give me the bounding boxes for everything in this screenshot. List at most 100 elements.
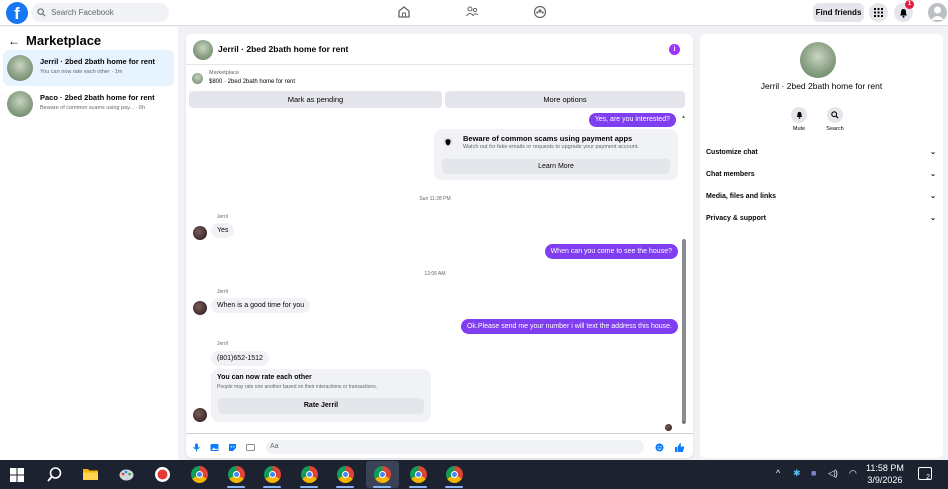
search-input[interactable]: Search Facebook [31, 3, 169, 22]
menu-button[interactable] [869, 3, 888, 22]
facebook-logo-icon[interactable]: f [6, 2, 28, 24]
seen-avatar [665, 424, 672, 431]
search-placeholder: Search Facebook [51, 8, 114, 17]
home-icon[interactable] [397, 5, 411, 19]
sender-avatar[interactable] [193, 408, 207, 422]
chevron-down-icon: ⌄ [930, 215, 936, 222]
scroll-up-icon[interactable]: ▲ [681, 114, 686, 120]
listing-photo[interactable] [800, 42, 836, 78]
record-icon[interactable] [154, 466, 171, 483]
customize-chat-section[interactable]: Customize chat ⌄ [706, 146, 936, 160]
top-navigation-bar: f Search Facebook Find friends 1 [0, 0, 948, 26]
chrome-profile-icon[interactable] [410, 466, 427, 483]
section-label: Media, files and links [706, 193, 777, 200]
search-icon [37, 8, 46, 17]
user-avatar-icon [931, 6, 944, 20]
chrome-profile-icon[interactable] [446, 466, 463, 483]
section-label: Chat members [706, 171, 755, 178]
chat-title[interactable]: Jerril · 2bed 2bath home for rent [218, 44, 348, 54]
scrollbar-thumb[interactable] [682, 239, 686, 424]
scroll-down-icon[interactable]: ▼ [681, 420, 686, 426]
scam-warning-subtitle: Watch out for fake emails or requests to… [463, 144, 639, 150]
media-files-links-section[interactable]: Media, files and links ⌄ [706, 190, 936, 204]
chevron-up-icon[interactable]: ^ [776, 468, 780, 478]
rate-jerril-button[interactable]: Rate Jerril [218, 398, 424, 414]
windows-start-icon[interactable] [10, 468, 24, 482]
sidebar-header: ← Marketplace [8, 33, 101, 48]
teams-icon[interactable]: ■ [811, 468, 816, 478]
privacy-support-section[interactable]: Privacy & support ⌄ [706, 212, 936, 226]
sender-name: Jerril [217, 289, 228, 295]
rate-title: You can now rate each other [217, 374, 312, 381]
sender-name: Jerril [217, 214, 228, 220]
chrome-profile-icon[interactable] [301, 466, 318, 483]
thumbs-up-icon[interactable] [674, 442, 685, 453]
photo-icon[interactable] [210, 443, 219, 452]
running-indicator [336, 486, 354, 488]
sticker-icon[interactable] [228, 443, 237, 452]
bell-icon [900, 8, 907, 18]
running-indicator [445, 486, 463, 488]
sidebar-title: Marketplace [26, 33, 102, 48]
mute-label: Mute [792, 126, 806, 132]
outgoing-message: Yes, are you interested? [588, 113, 676, 127]
account-avatar[interactable] [928, 3, 947, 22]
chevron-down-icon: ⌄ [930, 171, 936, 178]
running-indicator [263, 486, 281, 488]
info-icon[interactable]: i [669, 44, 680, 55]
wifi-icon[interactable]: ◠ [849, 468, 857, 479]
friends-icon[interactable] [465, 5, 479, 19]
details-title: Jerril · 2bed 2bath home for rent [760, 81, 883, 91]
scam-warning-card: Beware of common scams using payment app… [434, 129, 678, 180]
volume-icon[interactable]: ◁) [828, 468, 838, 479]
chrome-profile-icon[interactable] [374, 466, 391, 483]
emoji-icon[interactable] [655, 443, 664, 452]
message-scrollbar[interactable]: ▲ ▼ [681, 114, 687, 426]
search-icon [831, 111, 839, 119]
gif-icon[interactable] [246, 443, 255, 452]
search-icon[interactable] [46, 466, 63, 483]
listing-thumbnail [7, 55, 33, 81]
listing-thumbnail[interactable] [193, 40, 213, 60]
learn-more-button[interactable]: Learn More [442, 159, 670, 174]
timestamp: 12:06 AM [424, 271, 446, 277]
conversation-details-panel: Jerril · 2bed 2bath home for rent Mute S… [700, 34, 943, 458]
network-app-icon[interactable]: ✱ [793, 468, 801, 479]
bell-icon [796, 111, 802, 119]
sender-avatar[interactable] [193, 226, 207, 240]
chrome-profile-icon[interactable] [228, 466, 245, 483]
outgoing-message: Ok.Please send me your number i will tex… [460, 319, 678, 334]
sender-avatar[interactable] [193, 301, 207, 315]
paint-icon[interactable] [118, 466, 135, 483]
conversation-name: Jerril · 2bed 2bath home for rent [40, 57, 156, 66]
notification-center-icon[interactable]: 2 [918, 467, 932, 481]
chrome-profile-icon[interactable] [264, 466, 281, 483]
groups-icon[interactable] [533, 5, 547, 19]
conversation-name: Paco · 2bed 2bath home for rent [40, 93, 155, 102]
marketplace-label: Marketplace [209, 70, 239, 76]
message-input[interactable]: Aa [266, 440, 644, 454]
find-friends-button[interactable]: Find friends [813, 3, 864, 22]
system-clock[interactable]: 11:58 PM 3/9/2026 [866, 462, 904, 486]
chrome-profile-icon[interactable] [337, 466, 354, 483]
chrome-icon[interactable] [191, 466, 208, 483]
timestamp: Sun 11:28 PM [419, 196, 451, 202]
more-options-button[interactable]: More options [445, 91, 685, 108]
chevron-down-icon: ⌄ [930, 193, 936, 200]
scam-warning-title: Beware of common scams using payment app… [463, 134, 633, 143]
incoming-message: When is a good time for you [211, 298, 311, 313]
search-in-chat-button[interactable]: Search [815, 107, 855, 132]
sender-name: Jerril [217, 341, 228, 347]
microphone-icon[interactable] [192, 443, 201, 452]
mark-as-pending-button[interactable]: Mark as pending [189, 91, 442, 108]
conversation-item-jerril[interactable]: Jerril · 2bed 2bath home for rent You ca… [3, 50, 174, 86]
file-explorer-icon[interactable] [82, 466, 99, 483]
mute-button[interactable]: Mute [779, 107, 819, 132]
clock-time: 11:58 PM [866, 463, 904, 473]
chevron-down-icon: ⌄ [930, 149, 936, 156]
chat-header: Jerril · 2bed 2bath home for rent i [186, 34, 693, 65]
running-indicator [227, 486, 245, 488]
conversation-item-paco[interactable]: Paco · 2bed 2bath home for rent Beware o… [3, 86, 174, 122]
chat-members-section[interactable]: Chat members ⌄ [706, 168, 936, 182]
back-arrow-icon[interactable]: ← [8, 34, 20, 48]
